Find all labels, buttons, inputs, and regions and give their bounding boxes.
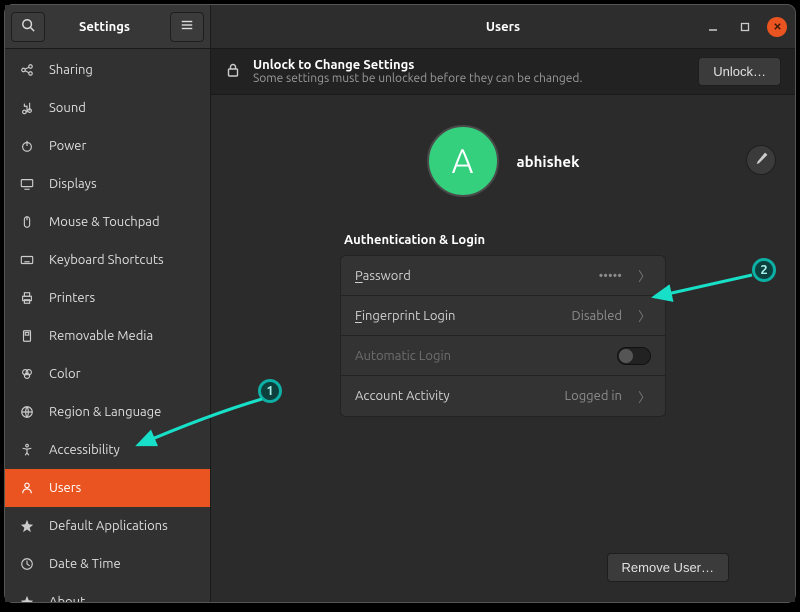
sidebar-item-users[interactable]: Users (5, 469, 210, 507)
row-password-label: Password (355, 269, 589, 283)
titlebar: Settings Users (5, 5, 795, 49)
content-footer: Remove User… (607, 553, 729, 582)
row-fingerprint[interactable]: Fingerprint Login Disabled 〉 (341, 296, 665, 336)
window-body: Sharing Sound Power Displays Mouse & Touchpa… (5, 49, 795, 602)
row-fingerprint-label: Fingerprint Login (355, 309, 562, 323)
lock-icon (225, 62, 241, 81)
sidebar-item-label: Power (49, 139, 86, 153)
maximize-button[interactable] (735, 17, 755, 37)
sidebar-item-label: Date & Time (49, 557, 121, 571)
sidebar-item-label: Color (49, 367, 81, 381)
displays-icon (19, 176, 35, 192)
sidebar-item-label: Sound (49, 101, 86, 115)
sidebar-item-accessibility[interactable]: Accessibility (5, 431, 210, 469)
page-title: Users (486, 20, 520, 34)
region-icon (19, 404, 35, 420)
sidebar-item-label: Displays (49, 177, 97, 191)
sidebar-item-label: Default Applications (49, 519, 168, 533)
remove-user-button[interactable]: Remove User… (607, 553, 729, 582)
banner-subtitle: Some settings must be unlocked before th… (253, 72, 686, 85)
sidebar-item-color[interactable]: Color (5, 355, 210, 393)
sidebar-item-printers[interactable]: Printers (5, 279, 210, 317)
content-pane: Unlock to Change Settings Some settings … (211, 49, 795, 602)
chevron-right-icon: 〉 (638, 306, 651, 325)
color-icon (19, 366, 35, 382)
sidebar[interactable]: Sharing Sound Power Displays Mouse & Touchpa… (5, 49, 211, 602)
unlock-banner: Unlock to Change Settings Some settings … (211, 49, 795, 95)
sidebar-item-date-time[interactable]: Date & Time (5, 545, 210, 583)
search-icon (21, 18, 35, 36)
row-automatic-login: Automatic Login (341, 336, 665, 376)
about-icon (19, 594, 35, 602)
row-activity-label: Account Activity (355, 389, 554, 403)
minimize-button[interactable] (703, 17, 723, 37)
hamburger-button[interactable] (170, 12, 204, 42)
users-icon (19, 480, 35, 496)
pencil-icon (755, 152, 768, 168)
sidebar-item-label: Sharing (49, 63, 93, 77)
unlock-button[interactable]: Unlock… (698, 57, 781, 86)
profile-header: A abhishek (338, 125, 668, 197)
row-auto-login-label: Automatic Login (355, 349, 607, 363)
sidebar-item-label: About (49, 595, 85, 602)
sidebar-item-removable-media[interactable]: Removable Media (5, 317, 210, 355)
sidebar-item-label: Region & Language (49, 405, 161, 419)
hamburger-icon (180, 18, 194, 36)
printer-icon (19, 290, 35, 306)
window-controls (703, 17, 787, 37)
sidebar-item-about[interactable]: About (5, 583, 210, 602)
sidebar-item-label: Accessibility (49, 443, 120, 457)
row-password-value: ••••• (599, 269, 622, 283)
titlebar-left: Settings (5, 5, 211, 48)
close-button[interactable] (767, 17, 787, 37)
search-button[interactable] (11, 12, 45, 42)
username-label: abhishek (517, 153, 580, 170)
sidebar-item-power[interactable]: Power (5, 127, 210, 165)
banner-text: Unlock to Change Settings Some settings … (253, 58, 686, 85)
row-fingerprint-value: Disabled (572, 309, 622, 323)
sidebar-item-region-language[interactable]: Region & Language (5, 393, 210, 431)
sidebar-item-label: Users (49, 481, 81, 495)
avatar[interactable]: A (427, 125, 499, 197)
auto-login-toggle (617, 347, 651, 365)
sidebar-item-sound[interactable]: Sound (5, 89, 210, 127)
row-activity-value: Logged in (564, 389, 622, 403)
sidebar-item-label: Keyboard Shortcuts (49, 253, 164, 267)
sidebar-item-label: Removable Media (49, 329, 153, 343)
sidebar-item-mouse-touchpad[interactable]: Mouse & Touchpad (5, 203, 210, 241)
settings-window: Settings Users Sharing Sound Power Displays… (5, 5, 795, 602)
titlebar-right: Users (211, 5, 795, 48)
power-icon (19, 138, 35, 154)
row-account-activity[interactable]: Account Activity Logged in 〉 (341, 376, 665, 416)
auth-login-list: Password ••••• 〉 Fingerprint Login Disab… (340, 255, 666, 417)
keyboard-icon (19, 252, 35, 268)
sidebar-item-label: Printers (49, 291, 95, 305)
mouse-icon (19, 214, 35, 230)
edit-profile-button[interactable] (746, 145, 776, 175)
chevron-right-icon: 〉 (638, 387, 651, 406)
media-icon (19, 328, 35, 344)
share-icon (19, 62, 35, 78)
sidebar-item-default-applications[interactable]: Default Applications (5, 507, 210, 545)
accessibility-icon (19, 442, 35, 458)
main-area: A abhishek Authentication & Login Passwo… (211, 95, 795, 602)
sound-icon (19, 100, 35, 116)
sidebar-item-sharing[interactable]: Sharing (5, 51, 210, 89)
banner-title: Unlock to Change Settings (253, 58, 686, 72)
sidebar-item-displays[interactable]: Displays (5, 165, 210, 203)
clock-icon (19, 556, 35, 572)
sidebar-item-keyboard-shortcuts[interactable]: Keyboard Shortcuts (5, 241, 210, 279)
app-title: Settings (45, 20, 164, 34)
chevron-right-icon: 〉 (638, 266, 651, 285)
sidebar-item-label: Mouse & Touchpad (49, 215, 160, 229)
apps-icon (19, 518, 35, 534)
row-password[interactable]: Password ••••• 〉 (341, 256, 665, 296)
auth-section-title: Authentication & Login (344, 233, 662, 247)
